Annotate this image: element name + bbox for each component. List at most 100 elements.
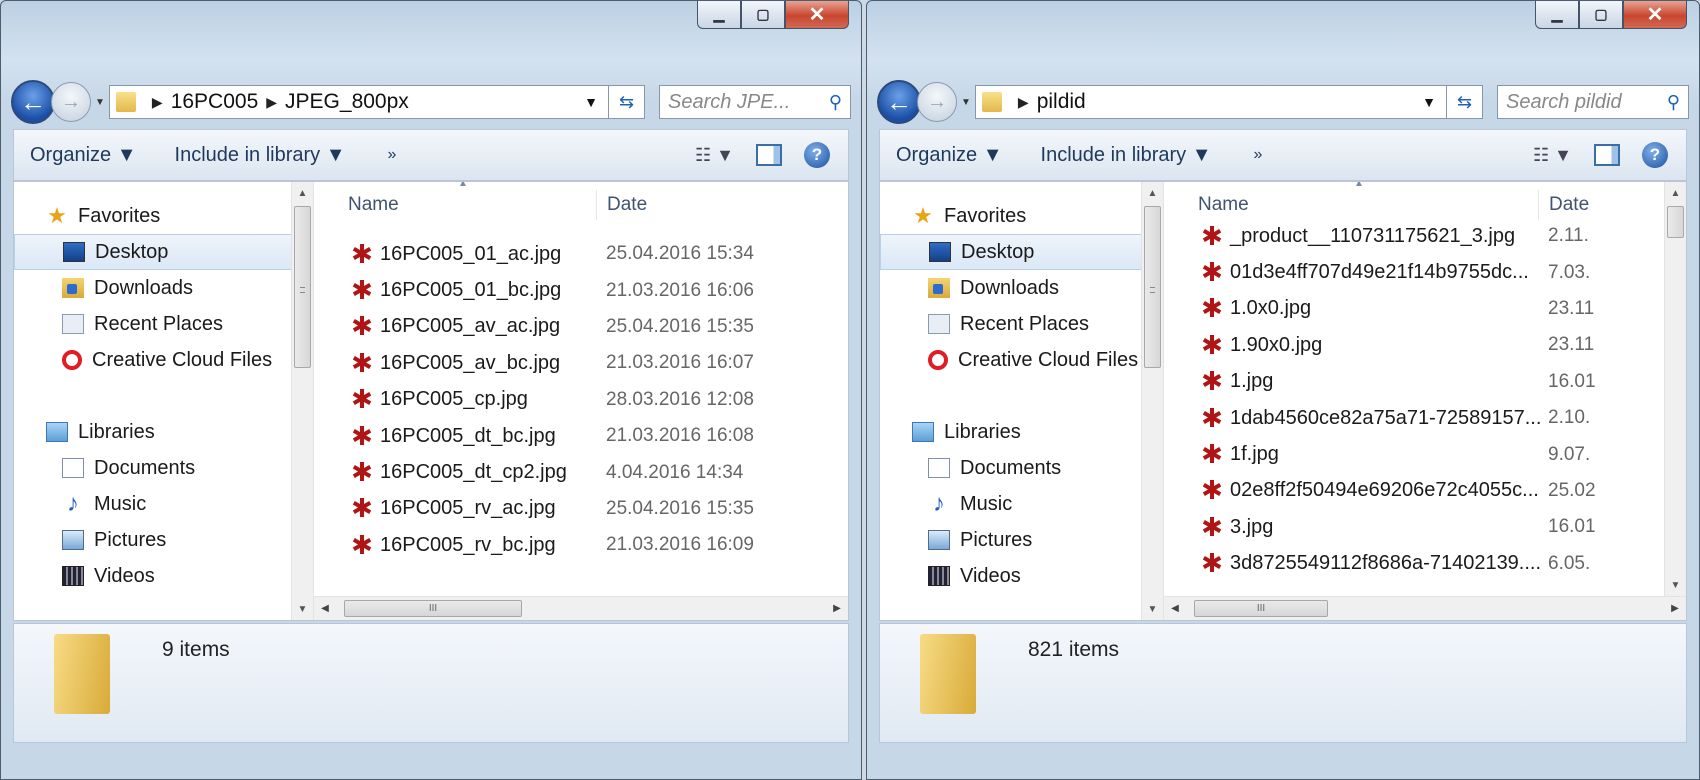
nav-music[interactable]: ♪ Music — [880, 486, 1163, 522]
nav-pictures[interactable]: Pictures — [14, 522, 313, 558]
maximize-button[interactable]: ▢ — [1579, 1, 1623, 29]
organize-menu[interactable]: Organize ▼ — [880, 144, 1025, 167]
change-view-icon[interactable]: ☷ ▼ — [695, 145, 734, 166]
scroll-up-icon[interactable]: ▲ — [292, 182, 313, 204]
nav-pictures[interactable]: Pictures — [880, 522, 1163, 558]
file-row[interactable]: ✱ 1dab4560ce82a75a71-72589157... 2.10. — [1164, 400, 1686, 436]
more-commands-button[interactable]: » — [368, 146, 417, 164]
file-row[interactable]: ✱ 02e8ff2f50494e69206e72c4055c... 25.02 — [1164, 473, 1686, 509]
nav-downloads[interactable]: Downloads — [14, 270, 313, 306]
nav-vertical-scrollbar[interactable]: ▲ ▼ — [291, 182, 313, 620]
close-button[interactable]: ✕ — [1623, 1, 1687, 29]
scroll-thumb[interactable]: III — [1194, 600, 1328, 617]
file-row[interactable]: ✱ 3d8725549112f8686a-71402139.... 6.05. — [1164, 546, 1686, 582]
file-row[interactable]: ✱ 16PC005_cp.jpg 28.03.2016 12:08 — [314, 382, 848, 418]
include-in-library-menu[interactable]: Include in library ▼ — [1025, 144, 1234, 167]
address-dropdown-icon[interactable]: ▼ — [1422, 94, 1436, 110]
nav-recent-places[interactable]: Recent Places — [14, 306, 313, 342]
file-row[interactable]: ✱ 16PC005_rv_ac.jpg 25.04.2016 15:35 — [314, 491, 848, 527]
breadcrumb-chevron-icon[interactable]: ▶ — [1018, 94, 1029, 111]
maximize-button[interactable]: ▢ — [741, 1, 785, 29]
breadcrumb-item[interactable]: pildid — [1037, 90, 1086, 114]
refresh-button[interactable]: ⇆ — [609, 85, 645, 119]
back-button[interactable]: ← — [877, 80, 921, 124]
refresh-button[interactable]: ⇆ — [1447, 85, 1483, 119]
search-input[interactable]: Search JPE... ⚲ — [659, 85, 851, 119]
nav-desktop[interactable]: Desktop — [14, 234, 313, 270]
file-row[interactable]: ✱ 16PC005_av_bc.jpg 21.03.2016 16:07 — [314, 345, 848, 381]
search-icon[interactable]: ⚲ — [1667, 92, 1680, 113]
search-icon[interactable]: ⚲ — [829, 92, 842, 113]
nav-desktop[interactable]: Desktop — [880, 234, 1163, 270]
scroll-thumb[interactable] — [1667, 206, 1684, 238]
scroll-up-icon[interactable]: ▲ — [1142, 182, 1163, 204]
nav-documents[interactable]: Documents — [14, 450, 313, 486]
scroll-down-icon[interactable]: ▼ — [292, 598, 313, 620]
column-name[interactable]: Name — [1164, 194, 1249, 216]
nav-vertical-scrollbar[interactable]: ▲ ▼ — [1141, 182, 1163, 620]
include-in-library-menu[interactable]: Include in library ▼ — [159, 144, 368, 167]
close-button[interactable]: ✕ — [785, 1, 849, 29]
file-row[interactable]: ✱ 1f.jpg 9.07. — [1164, 436, 1686, 472]
nav-creative-cloud[interactable]: Creative Cloud Files — [14, 342, 313, 378]
file-vertical-scrollbar[interactable]: ▲ ▼ — [1664, 182, 1686, 596]
nav-libraries[interactable]: Libraries — [14, 414, 313, 450]
nav-downloads[interactable]: Downloads — [880, 270, 1163, 306]
file-row[interactable]: ✱ 3.jpg 16.01 — [1164, 509, 1686, 545]
nav-libraries[interactable]: Libraries — [880, 414, 1163, 450]
history-dropdown-icon[interactable]: ▼ — [95, 97, 105, 108]
preview-pane-icon[interactable] — [1594, 144, 1620, 166]
nav-videos[interactable]: Videos — [880, 558, 1163, 594]
scroll-left-icon[interactable]: ◀ — [314, 597, 336, 619]
organize-menu[interactable]: Organize ▼ — [14, 144, 159, 167]
file-row[interactable]: ✱ 16PC005_dt_cp2.jpg 4.04.2016 14:34 — [314, 454, 848, 490]
scroll-right-icon[interactable]: ▶ — [826, 597, 848, 619]
nav-videos[interactable]: Videos — [14, 558, 313, 594]
file-row[interactable]: ✱ _product__110731175621_3.jpg 2.11. — [1164, 218, 1686, 254]
file-row[interactable]: ✱ 16PC005_01_ac.jpg 25.04.2016 15:34 — [314, 236, 848, 272]
nav-favorites[interactable]: ★ Favorites — [880, 198, 1163, 234]
column-name[interactable]: Name — [314, 194, 399, 216]
breadcrumb-chevron-icon[interactable]: ▶ — [266, 94, 277, 111]
minimize-button[interactable]: ▁ — [1535, 1, 1579, 29]
address-bar[interactable]: ▶ pildid ▼ — [974, 85, 1447, 119]
file-row[interactable]: ✱ 16PC005_01_bc.jpg 21.03.2016 16:06 — [314, 272, 848, 308]
scroll-right-icon[interactable]: ▶ — [1664, 597, 1686, 619]
more-commands-button[interactable]: » — [1234, 146, 1283, 164]
history-dropdown-icon[interactable]: ▼ — [961, 97, 971, 108]
forward-button[interactable]: → — [917, 82, 957, 122]
nav-creative-cloud[interactable]: Creative Cloud Files — [880, 342, 1163, 378]
minimize-button[interactable]: ▁ — [697, 1, 741, 29]
nav-favorites[interactable]: ★ Favorites — [14, 198, 313, 234]
scroll-down-icon[interactable]: ▼ — [1665, 574, 1686, 596]
scroll-up-icon[interactable]: ▲ — [1665, 182, 1686, 204]
scroll-thumb[interactable]: III — [344, 600, 522, 617]
breadcrumb-chevron-icon[interactable]: ▶ — [152, 94, 163, 111]
breadcrumb-item[interactable]: JPEG_800px — [285, 90, 409, 114]
scroll-down-icon[interactable]: ▼ — [1142, 598, 1163, 620]
horizontal-scrollbar[interactable]: ◀ III ▶ — [1164, 596, 1686, 620]
breadcrumb-item[interactable]: 16PC005 — [171, 90, 259, 114]
nav-recent-places[interactable]: Recent Places — [880, 306, 1163, 342]
scroll-left-icon[interactable]: ◀ — [1164, 597, 1186, 619]
file-row[interactable]: ✱ 1.90x0.jpg 23.11 — [1164, 327, 1686, 363]
file-row[interactable]: ✱ 1.jpg 16.01 — [1164, 364, 1686, 400]
scroll-thumb[interactable] — [1144, 206, 1161, 368]
change-view-icon[interactable]: ☷ ▼ — [1533, 145, 1572, 166]
search-input[interactable]: Search pildid ⚲ — [1497, 85, 1689, 119]
file-row[interactable]: ✱ 16PC005_dt_bc.jpg 21.03.2016 16:08 — [314, 418, 848, 454]
back-button[interactable]: ← — [11, 80, 55, 124]
forward-button[interactable]: → — [51, 82, 91, 122]
column-date[interactable]: Date — [1538, 190, 1589, 220]
file-row[interactable]: ✱ 01d3e4ff707d49e21f14b9755dc... 7.03. — [1164, 254, 1686, 290]
nav-documents[interactable]: Documents — [880, 450, 1163, 486]
file-row[interactable]: ✱ 1.0x0.jpg 23.11 — [1164, 291, 1686, 327]
column-date[interactable]: Date — [596, 190, 647, 220]
help-icon[interactable]: ? — [1642, 142, 1668, 168]
preview-pane-icon[interactable] — [756, 144, 782, 166]
horizontal-scrollbar[interactable]: ◀ III ▶ — [314, 596, 848, 620]
file-row[interactable]: ✱ 16PC005_av_ac.jpg 25.04.2016 15:35 — [314, 309, 848, 345]
address-bar[interactable]: ▶ 16PC005 ▶ JPEG_800px ▼ — [108, 85, 609, 119]
nav-music[interactable]: ♪ Music — [14, 486, 313, 522]
scroll-thumb[interactable] — [294, 206, 311, 368]
